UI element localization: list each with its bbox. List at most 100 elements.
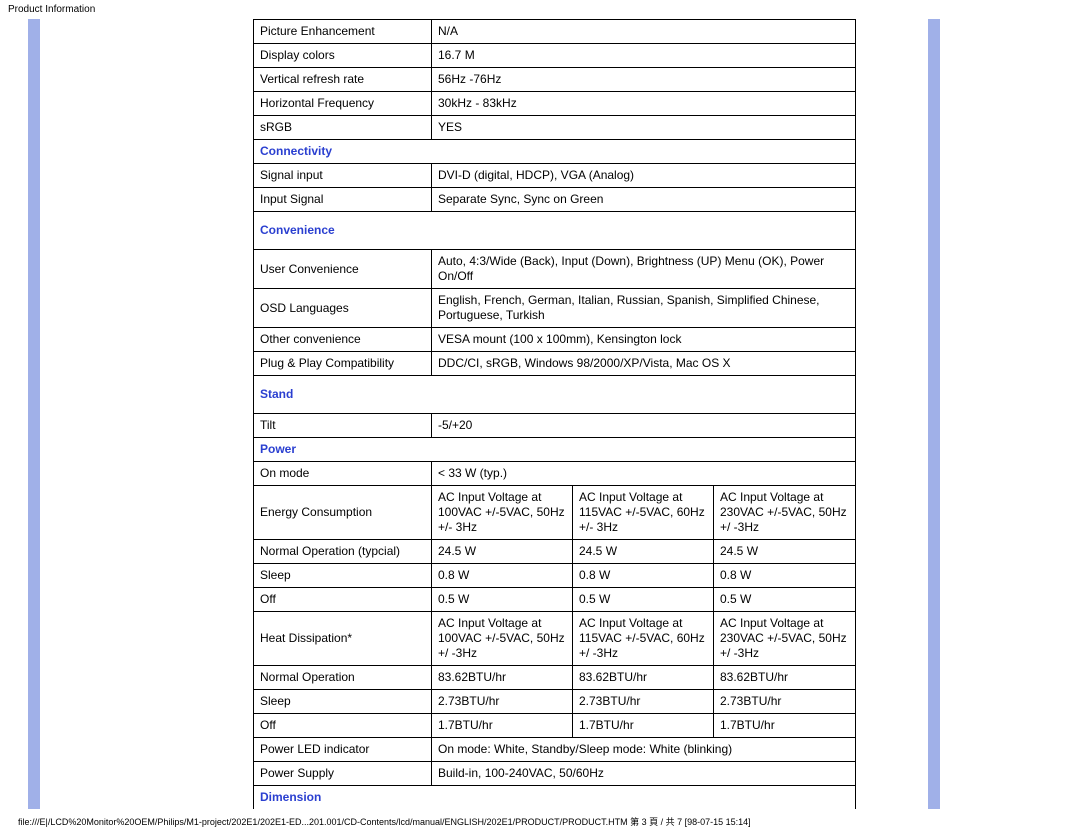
table-row: Power — [254, 438, 856, 462]
spec-label: Heat Dissipation* — [254, 612, 432, 666]
spec-value-col1: 83.62BTU/hr — [432, 666, 573, 690]
spec-value-col3: 0.5 W — [714, 588, 856, 612]
spec-label: Power LED indicator — [254, 738, 432, 762]
table-row: Tilt-5/+20 — [254, 414, 856, 438]
spec-label: Plug & Play Compatibility — [254, 352, 432, 376]
table-row: Plug & Play CompatibilityDDC/CI, sRGB, W… — [254, 352, 856, 376]
main-layout: Picture EnhancementN/A Display colors16.… — [0, 19, 1080, 809]
spec-label: Horizontal Frequency — [254, 92, 432, 116]
spec-label: Tilt — [254, 414, 432, 438]
table-row: Dimension — [254, 786, 856, 810]
section-heading-convenience: Convenience — [254, 212, 856, 250]
spec-value: 56Hz -76Hz — [432, 68, 856, 92]
spec-label: Sleep — [254, 564, 432, 588]
spec-value: 30kHz - 83kHz — [432, 92, 856, 116]
spec-value-col2: 1.7BTU/hr — [573, 714, 714, 738]
table-row: Off0.5 W0.5 W0.5 W — [254, 588, 856, 612]
spec-value-col3: 0.8 W — [714, 564, 856, 588]
spec-value-col2: 0.5 W — [573, 588, 714, 612]
spec-label: sRGB — [254, 116, 432, 140]
spec-value: On mode: White, Standby/Sleep mode: Whit… — [432, 738, 856, 762]
spec-value: DVI-D (digital, HDCP), VGA (Analog) — [432, 164, 856, 188]
table-row: Signal inputDVI-D (digital, HDCP), VGA (… — [254, 164, 856, 188]
spec-value: N/A — [432, 20, 856, 44]
spec-label: Energy Consumption — [254, 486, 432, 540]
table-row: Normal Operation (typcial)24.5 W24.5 W24… — [254, 540, 856, 564]
spec-value-col2: 24.5 W — [573, 540, 714, 564]
spec-value: English, French, German, Italian, Russia… — [432, 289, 856, 328]
spec-label: Display colors — [254, 44, 432, 68]
table-row: Sleep2.73BTU/hr2.73BTU/hr2.73BTU/hr — [254, 690, 856, 714]
spec-label: User Convenience — [254, 250, 432, 289]
table-row: Heat Dissipation* AC Input Voltage at 10… — [254, 612, 856, 666]
section-heading-stand: Stand — [254, 376, 856, 414]
spec-value-col2: AC Input Voltage at 115VAC +/-5VAC, 60Hz… — [573, 612, 714, 666]
content-area: Picture EnhancementN/A Display colors16.… — [253, 19, 910, 809]
spec-value-col3: 24.5 W — [714, 540, 856, 564]
spec-value: 16.7 M — [432, 44, 856, 68]
table-row: Normal Operation83.62BTU/hr83.62BTU/hr83… — [254, 666, 856, 690]
table-row: User ConvenienceAuto, 4:3/Wide (Back), I… — [254, 250, 856, 289]
spec-label: Sleep — [254, 690, 432, 714]
spec-value-col3: 1.7BTU/hr — [714, 714, 856, 738]
spec-value: Separate Sync, Sync on Green — [432, 188, 856, 212]
spec-value-col3: 2.73BTU/hr — [714, 690, 856, 714]
left-margin-spacer — [58, 19, 253, 809]
spec-label: On mode — [254, 462, 432, 486]
table-row: Energy Consumption AC Input Voltage at 1… — [254, 486, 856, 540]
spec-value-col1: 0.5 W — [432, 588, 573, 612]
spec-label: Off — [254, 588, 432, 612]
spec-value-col1: 0.8 W — [432, 564, 573, 588]
table-row: Sleep0.8 W0.8 W0.8 W — [254, 564, 856, 588]
spec-value: VESA mount (100 x 100mm), Kensington loc… — [432, 328, 856, 352]
spec-label: Signal input — [254, 164, 432, 188]
spec-value-col3: 83.62BTU/hr — [714, 666, 856, 690]
spec-value-col2: 0.8 W — [573, 564, 714, 588]
spec-label: Normal Operation — [254, 666, 432, 690]
table-row: Display colors16.7 M — [254, 44, 856, 68]
spec-value-col1: 24.5 W — [432, 540, 573, 564]
table-row: Other convenienceVESA mount (100 x 100mm… — [254, 328, 856, 352]
right-side-bar — [928, 19, 940, 809]
spec-value-col1: 1.7BTU/hr — [432, 714, 573, 738]
page-title: Product Information — [0, 0, 1080, 19]
spec-label: OSD Languages — [254, 289, 432, 328]
table-row: Stand — [254, 376, 856, 414]
spec-label: Off — [254, 714, 432, 738]
footer-path: file:///E|/LCD%20Monitor%20OEM/Philips/M… — [0, 809, 1080, 830]
table-row: Horizontal Frequency30kHz - 83kHz — [254, 92, 856, 116]
table-row: Input SignalSeparate Sync, Sync on Green — [254, 188, 856, 212]
table-row: Connectivity — [254, 140, 856, 164]
spec-value-col3: AC Input Voltage at 230VAC +/-5VAC, 50Hz… — [714, 486, 856, 540]
spec-label: Input Signal — [254, 188, 432, 212]
spec-value-col1: 2.73BTU/hr — [432, 690, 573, 714]
spec-value: Auto, 4:3/Wide (Back), Input (Down), Bri… — [432, 250, 856, 289]
spec-value-col2: 83.62BTU/hr — [573, 666, 714, 690]
spec-value: Build-in, 100-240VAC, 50/60Hz — [432, 762, 856, 786]
spec-value: YES — [432, 116, 856, 140]
spec-value-col1: AC Input Voltage at 100VAC +/-5VAC, 50Hz… — [432, 486, 573, 540]
spec-value-col1: AC Input Voltage at 100VAC +/-5VAC, 50Hz… — [432, 612, 573, 666]
spec-label: Power Supply — [254, 762, 432, 786]
spec-value-col2: 2.73BTU/hr — [573, 690, 714, 714]
spec-label: Normal Operation (typcial) — [254, 540, 432, 564]
table-row: Picture EnhancementN/A — [254, 20, 856, 44]
spec-value: < 33 W (typ.) — [432, 462, 856, 486]
table-row: Power SupplyBuild-in, 100-240VAC, 50/60H… — [254, 762, 856, 786]
table-row: On mode< 33 W (typ.) — [254, 462, 856, 486]
spec-label: Other convenience — [254, 328, 432, 352]
table-row: sRGBYES — [254, 116, 856, 140]
spec-value: -5/+20 — [432, 414, 856, 438]
spec-label: Vertical refresh rate — [254, 68, 432, 92]
spec-table: Picture EnhancementN/A Display colors16.… — [253, 19, 856, 809]
spec-value: DDC/CI, sRGB, Windows 98/2000/XP/Vista, … — [432, 352, 856, 376]
table-row: Convenience — [254, 212, 856, 250]
table-row: Power LED indicatorOn mode: White, Stand… — [254, 738, 856, 762]
left-side-bar — [28, 19, 40, 809]
spec-value-col2: AC Input Voltage at 115VAC +/-5VAC, 60Hz… — [573, 486, 714, 540]
table-row: OSD LanguagesEnglish, French, German, It… — [254, 289, 856, 328]
spec-label: Picture Enhancement — [254, 20, 432, 44]
table-row: Vertical refresh rate56Hz -76Hz — [254, 68, 856, 92]
section-heading-connectivity: Connectivity — [254, 140, 856, 164]
table-row: Off1.7BTU/hr1.7BTU/hr1.7BTU/hr — [254, 714, 856, 738]
